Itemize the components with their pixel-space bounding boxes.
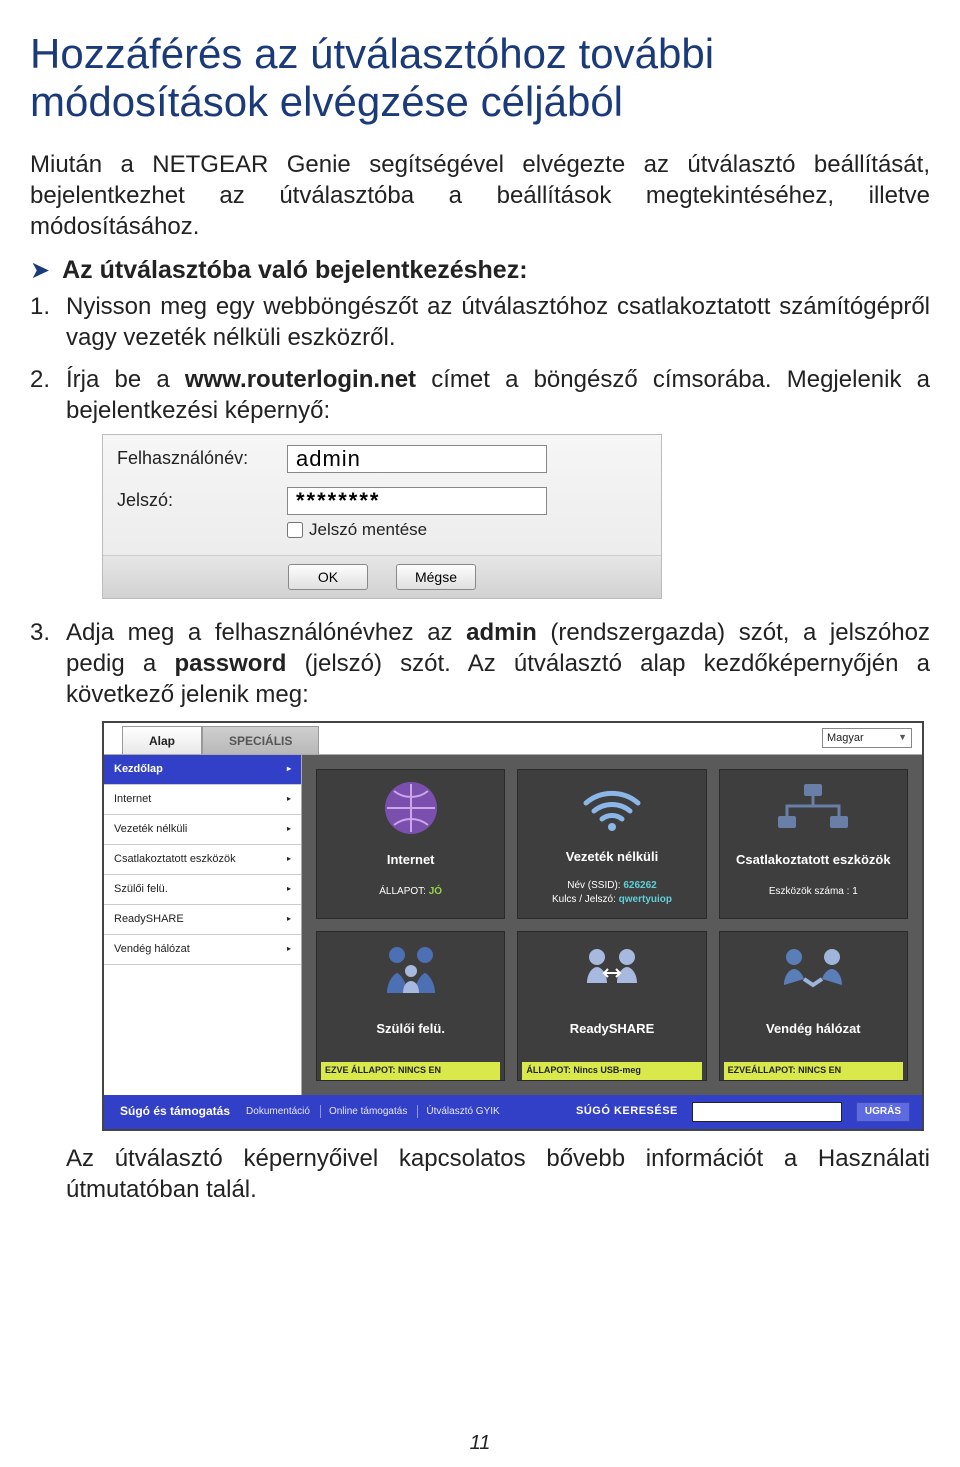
count-value: 1 xyxy=(852,886,858,897)
chevron-right-icon: ▸ xyxy=(287,914,291,924)
language-value: Magyar xyxy=(827,731,864,745)
step-1: Nyisson meg egy webböngészőt az útválasz… xyxy=(30,291,930,353)
wifi-icon xyxy=(580,776,644,840)
sidebar-item-readyshare[interactable]: ReadySHARE ▸ xyxy=(104,905,301,935)
username-input[interactable] xyxy=(287,445,547,473)
save-password-checkbox[interactable] xyxy=(287,522,303,538)
tile-title: Vendég hálózat xyxy=(766,1021,861,1038)
tile-title: Internet xyxy=(387,852,435,869)
share-icon xyxy=(577,938,647,1002)
genie-screenshot: Alap SPECIÁLIS Magyar ▼ Kezdőlap ▸ Intern… xyxy=(102,721,924,1131)
intro-paragraph: Miután a NETGEAR Genie segítségével elvé… xyxy=(30,149,930,243)
tile-title: ReadySHARE xyxy=(570,1021,655,1038)
handshake-icon xyxy=(776,938,850,1002)
sidebar-item-label: Vezeték nélküli xyxy=(114,822,187,836)
sidebar-item-attached[interactable]: Csatlakoztatott eszközök ▸ xyxy=(104,845,301,875)
tile-statusbar: EZVE ÁLLAPOT: NINCS EN xyxy=(321,1062,500,1080)
sidebar-item-parental[interactable]: Szülői felü. ▸ xyxy=(104,875,301,905)
sidebar-item-wireless[interactable]: Vezeték nélküli ▸ xyxy=(104,815,301,845)
arrow-icon: ➤ xyxy=(30,259,50,283)
sidebar-item-home[interactable]: Kezdőlap ▸ xyxy=(104,755,301,785)
chevron-right-icon: ▸ xyxy=(287,824,291,834)
tile-readyshare[interactable]: ReadySHARE ÁLLAPOT: Nincs USB-meg xyxy=(517,931,706,1081)
footer-link-faq[interactable]: Útválasztó GYIK xyxy=(417,1105,499,1118)
username-label: Felhasználónév: xyxy=(117,447,287,470)
chevron-right-icon: ▸ xyxy=(287,884,291,894)
step-2-text-a: Írja be a xyxy=(66,366,185,393)
tile-statusbar: EZVEÁLLAPOT: NINCS EN xyxy=(724,1062,903,1080)
footer-search-input[interactable] xyxy=(692,1102,842,1122)
admin-word: admin xyxy=(466,619,537,646)
language-select[interactable]: Magyar ▼ xyxy=(822,728,912,748)
tile-internet[interactable]: Internet ÁLLAPOT: JÓ xyxy=(316,769,505,919)
tile-attached[interactable]: Csatlakoztatott eszközök Eszközök száma … xyxy=(719,769,908,919)
password-input[interactable] xyxy=(287,487,547,515)
page-title: Hozzáférés az útválasztóhoz további módo… xyxy=(30,30,930,127)
sidebar-item-label: Kezdőlap xyxy=(114,762,163,776)
sidebar-item-internet[interactable]: Internet ▸ xyxy=(104,785,301,815)
password-label: Jelszó: xyxy=(117,489,287,512)
genie-topbar: Alap SPECIÁLIS Magyar ▼ xyxy=(104,723,922,755)
step-2: Írja be a www.routerlogin.net címet a bö… xyxy=(30,364,930,599)
sidebar-item-label: Csatlakoztatott eszközök xyxy=(114,852,236,866)
footer-link-online[interactable]: Online támogatás xyxy=(320,1105,407,1118)
tile-statusbar: ÁLLAPOT: Nincs USB-meg xyxy=(522,1062,701,1080)
footer-go-button[interactable]: UGRÁS xyxy=(856,1102,910,1122)
tile-parental[interactable]: Szülői felü. EZVE ÁLLAPOT: NINCS EN xyxy=(316,931,505,1081)
genie-footer: Súgó és támogatás Dokumentáció Online tá… xyxy=(104,1095,922,1129)
sidebar-item-guest[interactable]: Vendég hálózat ▸ xyxy=(104,935,301,965)
sidebar-item-label: Vendég hálózat xyxy=(114,942,190,956)
save-password-label: Jelszó mentése xyxy=(309,519,427,541)
password-word: password xyxy=(174,650,286,677)
chevron-down-icon: ▼ xyxy=(898,732,907,744)
footer-support-label: Súgó és támogatás xyxy=(120,1104,230,1120)
ok-button[interactable]: OK xyxy=(288,564,368,590)
tiles-grid: Internet ÁLLAPOT: JÓ Vezeték nélküli xyxy=(302,755,922,1095)
status-value: JÓ xyxy=(429,886,442,897)
routerlogin-url: www.routerlogin.net xyxy=(185,366,416,393)
tab-basic[interactable]: Alap xyxy=(122,726,202,754)
tile-title: Csatlakoztatott eszközök xyxy=(736,852,891,869)
globe-icon xyxy=(382,776,440,840)
tile-wireless[interactable]: Vezeték nélküli Név (SSID): 626262 Kulcs… xyxy=(517,769,706,919)
tab-advanced[interactable]: SPECIÁLIS xyxy=(202,726,319,754)
count-label: Eszközök száma : xyxy=(769,886,850,897)
sidebar: Kezdőlap ▸ Internet ▸ Vezeték nélküli ▸ Csa… xyxy=(104,755,302,1095)
tile-title: Vezeték nélküli xyxy=(566,849,659,866)
login-dialog: Felhasználónév: Jelszó: Jelszó mentése O… xyxy=(102,434,662,599)
key-label: Kulcs / Jelszó: xyxy=(552,894,616,905)
devices-icon xyxy=(774,776,852,840)
family-icon xyxy=(379,938,443,1002)
step-3: Adja meg a felhasználónévhez az admin (r… xyxy=(30,617,930,1205)
sidebar-item-label: Szülői felü. xyxy=(114,882,168,896)
key-value: qwertyuiop xyxy=(619,894,672,905)
cancel-button[interactable]: Mégse xyxy=(396,564,476,590)
chevron-right-icon: ▸ xyxy=(287,794,291,804)
ssid-label: Név (SSID): xyxy=(567,880,620,891)
sidebar-item-label: Internet xyxy=(114,792,151,806)
chevron-right-icon: ▸ xyxy=(287,944,291,954)
page-number: 11 xyxy=(0,1432,960,1455)
bullet-text: Az útválasztóba való bejelentkezéshez: xyxy=(62,256,527,285)
sidebar-item-label: ReadySHARE xyxy=(114,912,184,926)
chevron-right-icon: ▸ xyxy=(287,764,291,774)
bullet-line: ➤ Az útválasztóba való bejelentkezéshez: xyxy=(30,256,930,285)
step-3-text-a: Adja meg a felhasználónévhez az xyxy=(66,619,466,646)
tile-guest[interactable]: Vendég hálózat EZVEÁLLAPOT: NINCS EN xyxy=(719,931,908,1081)
footer-link-docs[interactable]: Dokumentáció xyxy=(240,1105,310,1118)
chevron-right-icon: ▸ xyxy=(287,854,291,864)
tile-title: Szülői felü. xyxy=(376,1021,445,1038)
status-label: ÁLLAPOT: xyxy=(379,886,426,897)
footer-search-hint: SÚGÓ KERESÉSE xyxy=(576,1104,678,1118)
ssid-value: 626262 xyxy=(623,880,656,891)
closing-paragraph: Az útválasztó képernyőivel kapcsolatos b… xyxy=(66,1143,930,1205)
